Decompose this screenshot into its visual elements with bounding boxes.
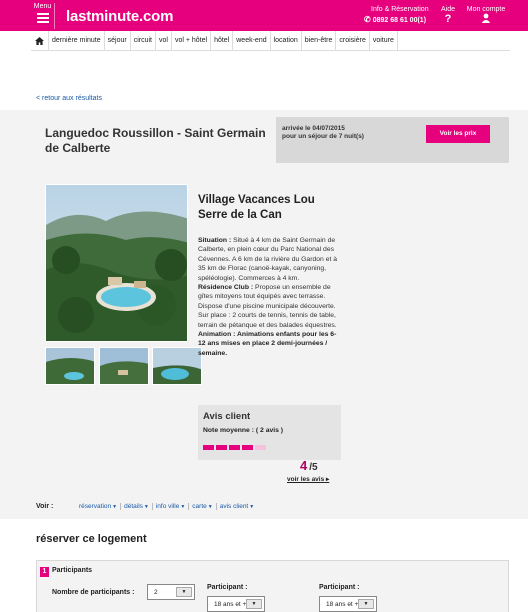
hotel-thumbnail[interactable] [45, 347, 95, 385]
link-details[interactable]: détails▼ [121, 503, 153, 510]
phone-icon: ✆ [364, 15, 371, 24]
menu-button[interactable]: Menu [31, 3, 55, 29]
section-links: réservation▼ détails▼ info ville▼ carte▼… [76, 503, 257, 510]
nav-hotel[interactable]: hôtel [211, 30, 234, 51]
rating-segment [216, 445, 227, 450]
help-link[interactable]: Aide ? [437, 6, 459, 25]
average-rating-label: Note moyenne : ( 2 avis ) [203, 427, 284, 434]
rating-segment [242, 445, 253, 450]
see-prices-button[interactable]: Voir les prix [426, 125, 490, 143]
user-icon [462, 13, 510, 26]
price-box: arrivée le 04/07/2015 pour un séjour de … [276, 117, 509, 163]
rating-segment [229, 445, 240, 450]
link-info-ville[interactable]: info ville▼ [153, 503, 190, 510]
account-link[interactable]: Mon compte [462, 6, 510, 26]
top-bar: Menu lastminute.com Info & Réservation ✆… [0, 0, 528, 31]
nav-voiture[interactable]: voiture [370, 30, 398, 51]
caret-down-icon: ▼ [143, 504, 149, 510]
participants-count-label: Nombre de participants : [52, 589, 135, 596]
nav-vol-hotel[interactable]: vol + hôtel [172, 30, 212, 51]
reserve-panel [36, 560, 509, 612]
question-icon: ? [444, 13, 452, 25]
residence-label: Résidence Club : [198, 284, 254, 292]
nav-vol[interactable]: vol [156, 30, 172, 51]
nav-circuit[interactable]: circuit [131, 30, 156, 51]
help-label: Aide [440, 6, 455, 13]
caret-down-icon: ▼ [249, 504, 255, 510]
home-icon[interactable] [31, 30, 49, 51]
customer-reviews: Avis client Note moyenne : ( 2 avis ) [198, 405, 341, 460]
hotel-thumbnail[interactable] [152, 347, 202, 385]
situation-label: Situation : [198, 237, 232, 244]
site-logo[interactable]: lastminute.com [66, 8, 173, 25]
link-carte[interactable]: carte▼ [189, 503, 217, 510]
hotel-description: Situation : Situé à 4 km de Saint Germai… [198, 236, 340, 358]
nav-week-end[interactable]: week-end [233, 30, 271, 51]
back-to-results-link[interactable]: < retour aux résultats [36, 95, 102, 102]
caret-down-icon: ▼ [112, 504, 118, 510]
participants-count-select[interactable]: 2 ▼ [147, 584, 195, 600]
arrow-right-icon: ▸ [326, 476, 330, 483]
step-number: 1 [40, 567, 49, 577]
hotel-thumbnail[interactable] [99, 347, 149, 385]
hotel-name: Village Vacances Lou Serre de la Can [198, 194, 315, 221]
see-reviews-link[interactable]: voir les avis ▸ [287, 475, 329, 483]
caret-down-icon: ▼ [207, 504, 213, 510]
menu-label: Menu [33, 3, 52, 10]
step-label: Participants [52, 567, 93, 574]
arrival-info: arrivée le 04/07/2015 pour un séjour de … [282, 125, 364, 140]
participant-2-label: Participant : [319, 584, 360, 591]
chevron-down-icon: ▼ [246, 599, 262, 609]
participant-1-age-select[interactable]: 18 ans et + ▼ [207, 596, 265, 612]
link-avis-client[interactable]: avis client▼ [217, 503, 258, 510]
account-label: Mon compte [466, 6, 506, 13]
hamburger-icon [36, 13, 49, 23]
rating-value: 4 [300, 458, 308, 473]
reviews-title: Avis client [203, 411, 251, 422]
nav-sejour[interactable]: séjour [105, 30, 131, 51]
participant-1-label: Participant : [207, 584, 248, 591]
nav-location[interactable]: location [271, 30, 302, 51]
rating-score: 4 /5 [300, 458, 318, 473]
page-title: Languedoc Roussillon - Saint Germain de … [45, 126, 266, 155]
rating-bar [203, 445, 266, 450]
participant-2-age-select[interactable]: 18 ans et + ▼ [319, 596, 377, 612]
nav-derniere-minute[interactable]: dernière minute [49, 30, 105, 51]
chevron-down-icon: ▼ [358, 599, 374, 609]
phone-number: ✆ 0892 68 61 00(1) [364, 15, 427, 24]
animation-label: Animation : [198, 331, 236, 339]
voir-label: Voir : [36, 503, 54, 510]
rating-max: /5 [309, 462, 318, 473]
hotel-main-photo[interactable] [45, 184, 188, 342]
reserve-title: réserver ce logement [36, 533, 147, 545]
info-label: Info & Réservation [371, 6, 429, 13]
link-reservation[interactable]: réservation▼ [76, 503, 122, 510]
chevron-down-icon: ▼ [176, 587, 192, 597]
nav-croisiere[interactable]: croisière [336, 30, 370, 51]
rating-segment [203, 445, 214, 450]
caret-down-icon: ▼ [180, 504, 186, 510]
nav-bien-etre[interactable]: bien-être [302, 30, 337, 51]
main-nav: dernière minute séjour circuit vol vol +… [31, 30, 510, 51]
rating-segment [255, 445, 266, 450]
